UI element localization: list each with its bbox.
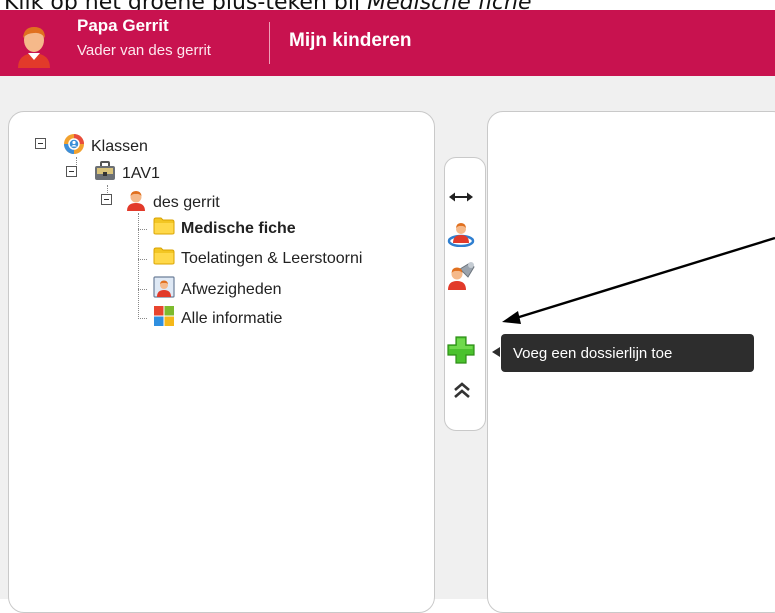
annotation-arrow — [502, 236, 775, 324]
